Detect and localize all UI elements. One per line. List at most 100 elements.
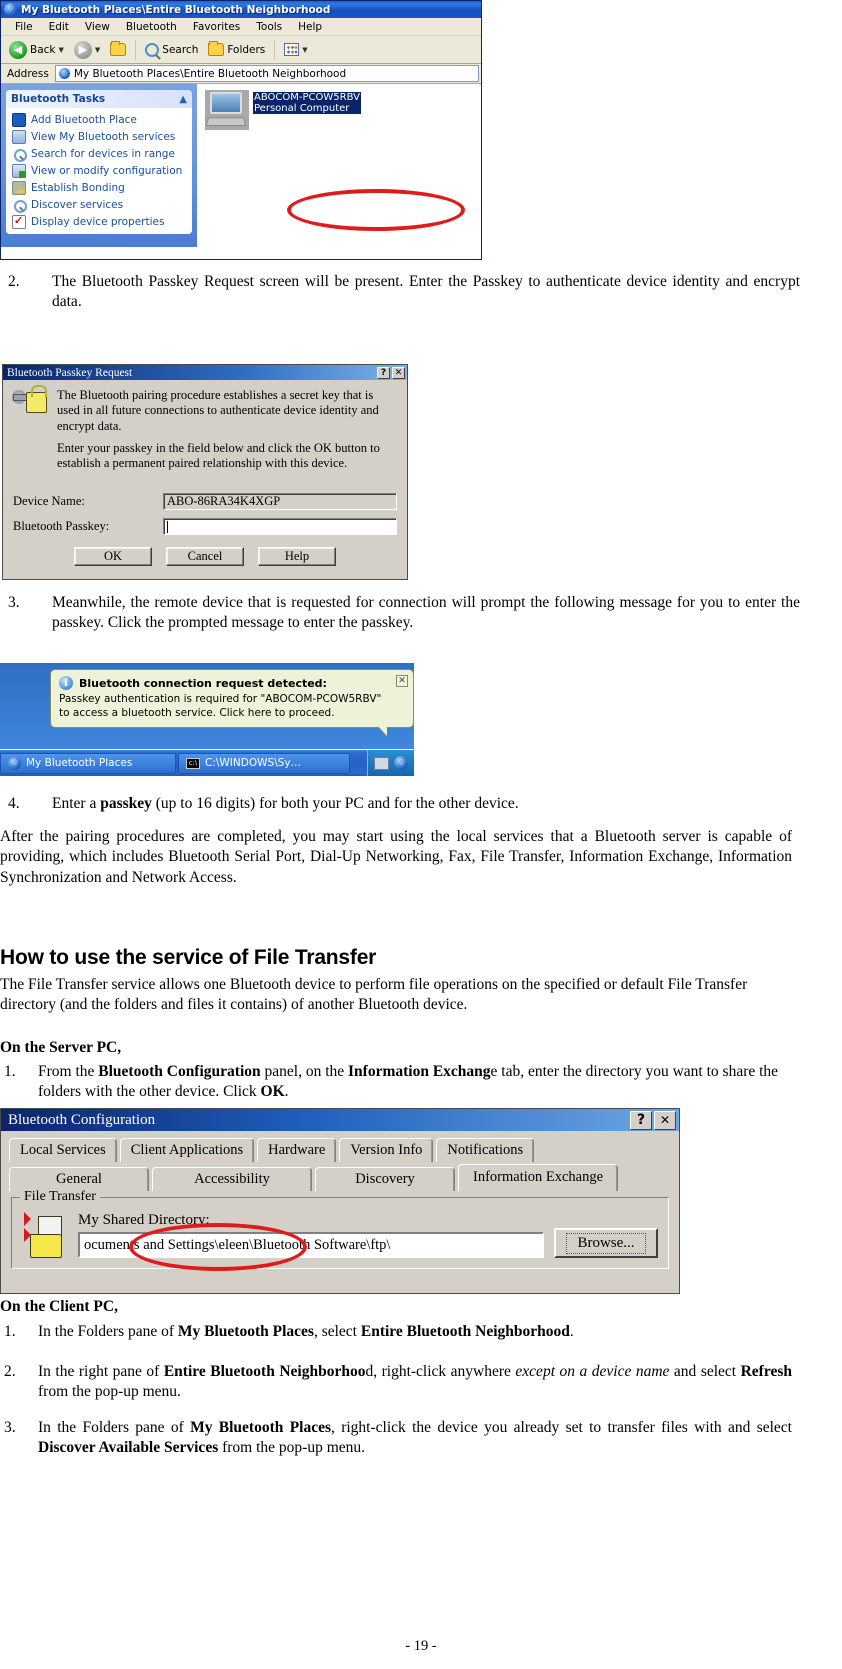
explorer-window-screenshot: ♢ My Bluetooth Places\Entire Bluetooth N… <box>0 0 482 260</box>
menu-item-tools[interactable]: Tools <box>248 20 290 34</box>
toolbar: ◀ Back ▼ ▶ ▼ Search Folders ▼ <box>1 36 481 64</box>
tab-hardware[interactable]: Hardware <box>257 1138 337 1162</box>
menu-item-help[interactable]: Help <box>290 20 330 34</box>
task-add-bluetooth-place[interactable]: Add Bluetooth Place <box>10 111 188 128</box>
tab-notifications[interactable]: Notifications <box>436 1138 535 1162</box>
step-2-text: The Bluetooth Passkey Request screen wil… <box>52 273 800 311</box>
views-button[interactable]: ▼ <box>280 41 311 58</box>
client-step-3-bold-1: My Bluetooth Places <box>190 1419 332 1436</box>
shared-directory-input[interactable]: ocuments and Settings\eleen\Bluetooth So… <box>78 1232 544 1258</box>
task-label: Search for devices in range <box>31 147 175 160</box>
taskbar-item-my-bluetooth-places[interactable]: ♢ My Bluetooth Places <box>0 752 176 774</box>
command-prompt-icon: c:\ <box>186 757 200 769</box>
client-step-2-number: 2. <box>4 1363 16 1380</box>
passkey-input[interactable] <box>163 518 397 536</box>
client-step-3-text-1: In the Folders pane of <box>38 1419 191 1436</box>
search-button[interactable]: Search <box>141 41 202 59</box>
close-icon[interactable]: ✕ <box>396 675 408 687</box>
bluetooth-tasks-list: Add Bluetooth Place View My Bluetooth se… <box>6 108 192 234</box>
step-4-text-b: (up to 16 digits) for both your PC and f… <box>151 795 519 812</box>
back-button[interactable]: ◀ Back ▼ <box>5 39 68 61</box>
browse-button[interactable]: Browse... <box>554 1228 658 1258</box>
window-title: My Bluetooth Places\Entire Bluetooth Nei… <box>21 3 331 16</box>
back-label: Back <box>30 43 56 56</box>
tab-discovery[interactable]: Discovery <box>315 1167 455 1191</box>
passkey-dialog-body: The Bluetooth pairing procedure establis… <box>3 380 407 574</box>
close-button[interactable]: ✕ <box>654 1110 676 1130</box>
client-step-2-bold-2: Refresh <box>740 1363 792 1380</box>
tab-accessibility[interactable]: Accessibility <box>152 1167 312 1191</box>
key-icon <box>12 180 26 195</box>
task-search-for-devices[interactable]: Search for devices in range <box>10 145 188 162</box>
task-display-device-properties[interactable]: Display device properties <box>10 213 188 230</box>
tab-general[interactable]: General <box>9 1167 149 1191</box>
step-4-paragraph: 4. Enter a passkey (up to 16 digits) for… <box>0 794 800 814</box>
client-pc-heading: On the Client PC, <box>0 1298 118 1315</box>
config-tabs: Local Services Client Applications Hardw… <box>1 1131 679 1191</box>
step-3-text: Meanwhile, the remote device that is req… <box>52 594 800 632</box>
client-step-2-bold-1: Entire Bluetooth Neighborhoo <box>163 1363 366 1380</box>
menu-item-edit[interactable]: Edit <box>41 20 77 34</box>
task-label: Discover services <box>31 198 124 211</box>
passkey-paragraph-1: The Bluetooth pairing procedure establis… <box>57 388 379 433</box>
config-tab-row-2: General Accessibility Discovery Informat… <box>9 1164 671 1191</box>
forward-arrow-icon: ▶ <box>73 40 92 59</box>
forward-button[interactable]: ▶ ▼ <box>70 39 104 61</box>
help-button[interactable]: Help <box>258 547 336 567</box>
client-step-1-text-2: , select <box>313 1323 361 1340</box>
tab-information-exchange[interactable]: Information Exchange <box>458 1164 619 1191</box>
menu-item-view[interactable]: View <box>77 20 118 34</box>
task-view-or-modify-configuration[interactable]: View or modify configuration <box>10 162 188 179</box>
chevron-up-icon[interactable]: ▲ <box>179 94 187 105</box>
shared-directory-row: My Shared Directory: ocuments and Settin… <box>22 1210 658 1258</box>
notification-screenshot: i Bluetooth connection request detected:… <box>0 663 414 776</box>
address-input[interactable]: ♢ My Bluetooth Places\Entire Bluetooth N… <box>54 65 479 82</box>
properties-icon <box>12 214 26 229</box>
task-discover-services[interactable]: Discover services <box>10 196 188 213</box>
task-view-my-bluetooth-services[interactable]: View My Bluetooth services <box>10 128 188 145</box>
device-name-value: ABO-86RA34K4XGP <box>163 493 397 511</box>
passkey-dialog-titlebar: Bluetooth Passkey Request ? ✕ <box>3 365 407 380</box>
tab-local-services[interactable]: Local Services <box>9 1138 117 1162</box>
bluetooth-tasks-panel: Bluetooth Tasks ▲ Add Bluetooth Place Vi… <box>6 90 192 234</box>
folders-button[interactable]: Folders <box>204 41 269 58</box>
menu-item-bluetooth[interactable]: Bluetooth <box>118 20 185 34</box>
text-caret <box>167 520 168 533</box>
bluetooth-tray-icon[interactable]: ♢ <box>394 756 408 770</box>
client-step-1-bold-1: My Bluetooth Places <box>177 1323 314 1340</box>
tab-version-info[interactable]: Version Info <box>339 1138 434 1162</box>
page-number: - 19 - <box>405 1638 437 1654</box>
menu-item-file[interactable]: File <box>7 20 41 34</box>
passkey-dialog-screenshot: Bluetooth Passkey Request ? ✕ The Blueto… <box>2 364 408 580</box>
pairing-summary-paragraph: After the pairing procedures are complet… <box>0 828 792 886</box>
back-arrow-icon: ◀ <box>9 40 27 59</box>
search-icon <box>12 146 27 162</box>
bluetooth-tasks-header[interactable]: Bluetooth Tasks ▲ <box>6 90 192 108</box>
config-dialog-titlebar: Bluetooth Configuration ? ✕ <box>1 1109 679 1131</box>
ok-button[interactable]: OK <box>74 547 152 567</box>
task-label: View My Bluetooth services <box>31 130 176 143</box>
cancel-button[interactable]: Cancel <box>166 547 244 567</box>
tab-client-applications[interactable]: Client Applications <box>119 1138 255 1162</box>
up-button[interactable] <box>106 41 130 58</box>
bluetooth-icon: ♢ <box>58 68 70 79</box>
menu-item-favorites[interactable]: Favorites <box>185 20 248 34</box>
task-label: Establish Bonding <box>31 181 125 194</box>
step-3-paragraph: 3. Meanwhile, the remote device that is … <box>0 593 800 634</box>
close-button[interactable]: ✕ <box>392 366 405 379</box>
task-label: Add Bluetooth Place <box>31 113 137 126</box>
help-button[interactable]: ? <box>630 1110 652 1130</box>
server-pc-heading: On the Server PC, <box>0 1039 122 1056</box>
tasks-pane: Bluetooth Tasks ▲ Add Bluetooth Place Vi… <box>1 84 197 247</box>
server-step-1-text-1: From the <box>38 1063 99 1080</box>
taskbar-item-command-prompt[interactable]: c:\ C:\WINDOWS\Sy… <box>178 752 350 774</box>
balloon-notification[interactable]: i Bluetooth connection request detected:… <box>50 669 414 737</box>
help-button[interactable]: ? <box>377 366 390 379</box>
shared-directory-label: My Shared Directory: <box>78 1212 210 1228</box>
task-establish-bonding[interactable]: Establish Bonding <box>10 179 188 196</box>
passkey-row: Bluetooth Passkey: <box>13 518 397 536</box>
network-icon[interactable] <box>374 756 389 770</box>
server-step-1-number: 1. <box>4 1063 16 1080</box>
menu-bar: File Edit View Bluetooth Favorites Tools… <box>1 18 481 36</box>
device-item[interactable]: ABOCOM-PCOW5RBV Personal Computer <box>205 90 481 130</box>
